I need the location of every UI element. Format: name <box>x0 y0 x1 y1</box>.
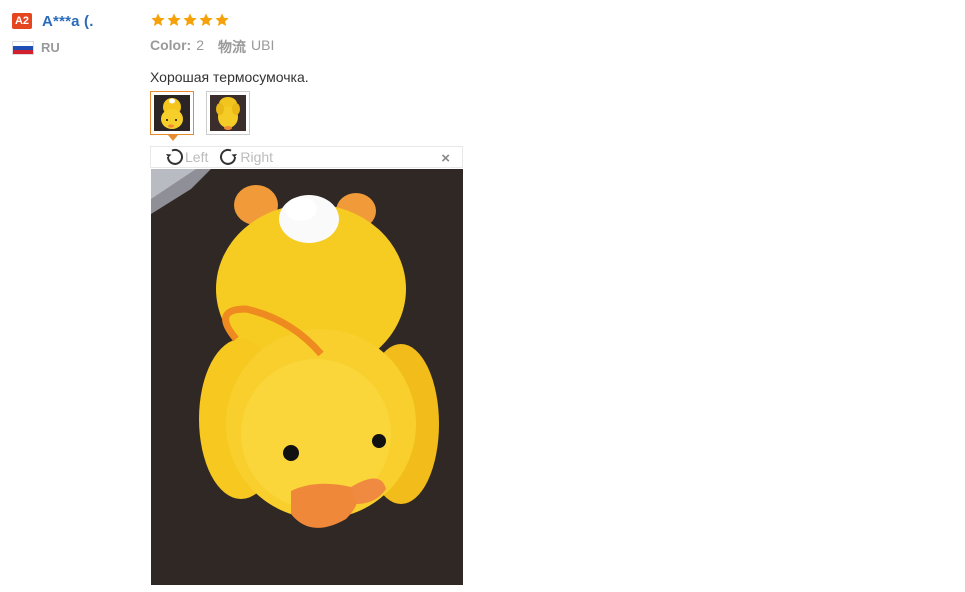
enlarged-review-photo <box>151 169 463 585</box>
rotate-left-button[interactable]: Left <box>163 146 208 168</box>
country-code: RU <box>41 40 60 55</box>
reviewer-name: A***a (. <box>42 12 94 30</box>
shipping-label: 物流 <box>218 39 247 55</box>
shipping-value: UBI <box>251 37 275 53</box>
star-icon <box>183 13 197 26</box>
rotate-right-button[interactable]: Right <box>218 146 273 168</box>
thumbnail-1-image <box>154 95 190 131</box>
star-icon <box>151 13 165 26</box>
reviewer-row: A2 A***a (. <box>12 12 142 30</box>
thumbnail-2-image <box>210 95 246 131</box>
star-rating <box>150 12 470 28</box>
rotate-left-icon <box>166 148 183 165</box>
star-icon <box>215 13 229 26</box>
review-body: Color: 2 物流 UBI Хорошая термосумочка. <box>150 12 470 85</box>
star-icon <box>167 13 181 26</box>
rotate-right-label: Right <box>240 149 274 165</box>
thumbnail-2[interactable] <box>206 91 250 135</box>
color-value: 2 <box>196 37 205 53</box>
star-icon <box>199 13 213 26</box>
country-row: RU <box>12 40 142 55</box>
review-text: Хорошая термосумочка. <box>150 69 309 85</box>
thumbnail-1[interactable] <box>150 91 194 141</box>
close-icon[interactable]: × <box>441 150 450 167</box>
color-label: Color: <box>150 37 192 53</box>
review-meta: Color: 2 物流 UBI <box>150 37 470 57</box>
review-thumbnails <box>150 91 262 141</box>
active-thumbnail-caret <box>168 135 178 141</box>
level-badge: A2 <box>12 13 32 29</box>
rotate-left-label: Left <box>185 149 209 165</box>
rotate-right-icon <box>220 148 238 165</box>
russia-flag-icon <box>12 40 34 55</box>
image-viewer-toolbar: Left Right × <box>150 146 463 168</box>
reviewer-info: A2 A***a (. RU <box>12 12 142 55</box>
